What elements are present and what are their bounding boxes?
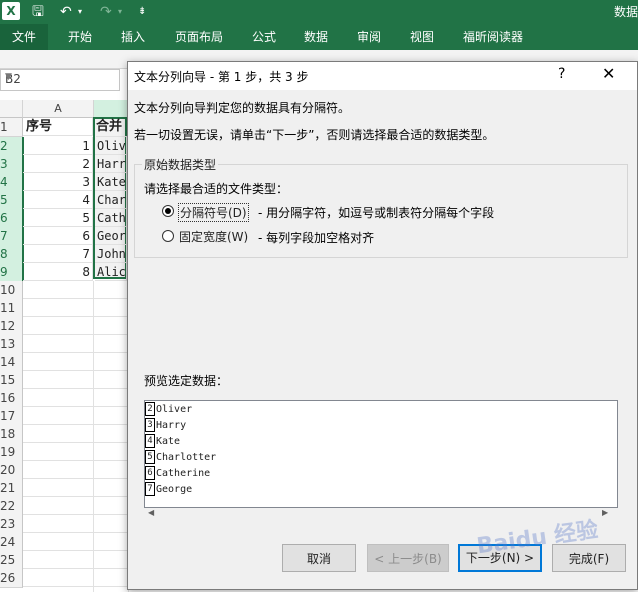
cell-a[interactable]: 1 <box>23 137 93 155</box>
fixed-width-description: - 每列字段加空格对齐 <box>258 231 375 245</box>
row-header[interactable]: 5 <box>0 191 24 210</box>
scroll-right-icon[interactable]: ▶ <box>602 508 608 517</box>
chevron-down-icon[interactable]: ▼ <box>5 72 115 82</box>
row-header[interactable]: 18 <box>0 425 23 444</box>
row-header[interactable]: 19 <box>0 443 23 462</box>
tab-review[interactable]: 审阅 <box>357 24 381 50</box>
row-header[interactable]: 23 <box>0 515 23 534</box>
customize-qat-icon[interactable]: ⇟ <box>138 2 146 22</box>
row-header[interactable]: 3 <box>0 155 24 174</box>
preview-label: 预览选定数据： <box>144 374 229 388</box>
dialog-titlebar[interactable]: 文本分列向导 - 第 1 步，共 3 步 ? ✕ <box>128 62 637 90</box>
data-preview[interactable]: 2 Oliver 3 Harry 4 Kate 5 Charlotter 6 Cather… <box>144 400 618 508</box>
preview-row: 2 Oliver <box>145 402 192 418</box>
delimited-label[interactable]: 分隔符号(D) <box>178 203 249 222</box>
row-header[interactable]: 15 <box>0 371 23 390</box>
select-all-corner[interactable] <box>0 100 23 118</box>
preview-row: 3 Harry <box>145 418 186 434</box>
preview-row: 7 George <box>145 482 192 498</box>
preview-row: 4 Kate <box>145 434 180 450</box>
cell-b[interactable]: Harr <box>95 155 127 173</box>
column-header-a[interactable]: A <box>23 100 94 118</box>
cancel-button[interactable]: 取消 <box>282 544 356 572</box>
window-title: 数据 <box>613 5 638 19</box>
excel-logo-icon: X <box>2 2 20 20</box>
data-type-group-label: 原始数据类型 <box>142 156 219 173</box>
tab-formulas[interactable]: 公式 <box>252 24 276 50</box>
row-header[interactable]: 1 <box>0 118 23 137</box>
tab-data[interactable]: 数据 <box>304 24 328 50</box>
cell-b1[interactable]: 合并 <box>96 118 128 137</box>
cell-b[interactable]: Kate <box>95 173 127 191</box>
fixed-width-label[interactable]: 固定宽度(W) <box>179 228 248 245</box>
scroll-left-icon[interactable]: ◀ <box>148 508 154 517</box>
row-header[interactable]: 14 <box>0 353 23 372</box>
row-header[interactable]: 22 <box>0 497 23 516</box>
cell-a[interactable]: 7 <box>23 245 93 263</box>
cell-a[interactable]: 2 <box>23 155 93 173</box>
row-header[interactable]: 17 <box>0 407 23 426</box>
tab-foxit-reader[interactable]: 福昕阅读器 <box>463 24 523 50</box>
empty-cells[interactable] <box>23 281 129 592</box>
cell-b[interactable]: Char <box>95 191 127 209</box>
dialog-title: 文本分列向导 - 第 1 步，共 3 步 <box>134 70 309 84</box>
text-to-columns-dialog: 文本分列向导 - 第 1 步，共 3 步 ? ✕ 文本分列向导判定您的数据具有分… <box>127 61 638 590</box>
save-icon[interactable]: 🖫 <box>32 2 44 22</box>
column-divider <box>93 281 94 592</box>
quick-access-toolbar: X 🖫 ↶ ▾ ↷ ▾ ⇟ 数据 <box>0 0 638 24</box>
row-header[interactable]: 20 <box>0 461 23 480</box>
cell-a[interactable]: 6 <box>23 227 93 245</box>
row-header[interactable]: 4 <box>0 173 24 192</box>
cell-a[interactable]: 5 <box>23 209 93 227</box>
cell-b[interactable]: John <box>95 245 127 263</box>
hint-text: 若一切设置无误，请单击“下一步”，否则请选择最合适的数据类型。 <box>134 128 495 142</box>
row-header[interactable]: 25 <box>0 551 23 570</box>
row-header[interactable]: 11 <box>0 299 23 318</box>
close-button[interactable]: ✕ <box>602 64 615 83</box>
row-header[interactable]: 2 <box>0 137 24 156</box>
tab-insert[interactable]: 插入 <box>121 24 145 50</box>
tab-page-layout[interactable]: 页面布局 <box>175 24 223 50</box>
row-header[interactable]: 8 <box>0 245 24 264</box>
row-header[interactable]: 6 <box>0 209 24 228</box>
intro-text: 文本分列向导判定您的数据具有分隔符。 <box>134 101 351 115</box>
help-button[interactable]: ? <box>558 66 565 82</box>
cell-a[interactable]: 3 <box>23 173 93 191</box>
row-header[interactable]: 7 <box>0 227 24 246</box>
row-header[interactable]: 24 <box>0 533 23 552</box>
row-header[interactable]: 9 <box>0 263 24 282</box>
undo-icon[interactable]: ↶ <box>60 2 72 22</box>
row-header[interactable]: 10 <box>0 281 23 300</box>
delimited-radio[interactable] <box>162 205 174 217</box>
row-header[interactable]: 16 <box>0 389 23 408</box>
delimited-description: - 用分隔字符，如逗号或制表符分隔每个字段 <box>258 206 495 220</box>
redo-icon[interactable]: ↷ <box>100 2 112 22</box>
row-header[interactable]: 12 <box>0 317 23 336</box>
tab-home[interactable]: 开始 <box>68 24 92 50</box>
fixed-width-radio[interactable] <box>162 230 174 242</box>
preview-row: 6 Catherine <box>145 466 210 482</box>
preview-vertical-scrollbar[interactable]: ▲ ▼ <box>617 401 618 507</box>
redo-dropdown-icon[interactable]: ▾ <box>118 2 122 22</box>
cell-a[interactable]: 8 <box>23 263 93 281</box>
name-box[interactable]: B2 ▼ <box>0 69 120 91</box>
tab-view[interactable]: 视图 <box>410 24 434 50</box>
preview-row: 5 Charlotter <box>145 450 216 466</box>
ribbon-tabs: 文件 开始 插入 页面布局 公式 数据 审阅 视图 福昕阅读器 <box>0 24 638 50</box>
back-button[interactable]: < 上一步(B) <box>367 544 449 572</box>
tab-file[interactable]: 文件 <box>0 24 48 50</box>
row-header[interactable]: 13 <box>0 335 23 354</box>
cell-b[interactable]: Oliv <box>95 137 127 155</box>
file-type-prompt: 请选择最合适的文件类型： <box>144 182 289 196</box>
cell-b[interactable]: Geor <box>95 227 127 245</box>
row-header[interactable]: 21 <box>0 479 23 498</box>
cell-b[interactable]: Alic <box>95 263 127 281</box>
undo-dropdown-icon[interactable]: ▾ <box>78 2 82 22</box>
cell-a[interactable]: 4 <box>23 191 93 209</box>
cell-a1[interactable]: 序号 <box>23 118 93 136</box>
row-header[interactable]: 26 <box>0 569 23 588</box>
cell-b[interactable]: Cath <box>95 209 127 227</box>
